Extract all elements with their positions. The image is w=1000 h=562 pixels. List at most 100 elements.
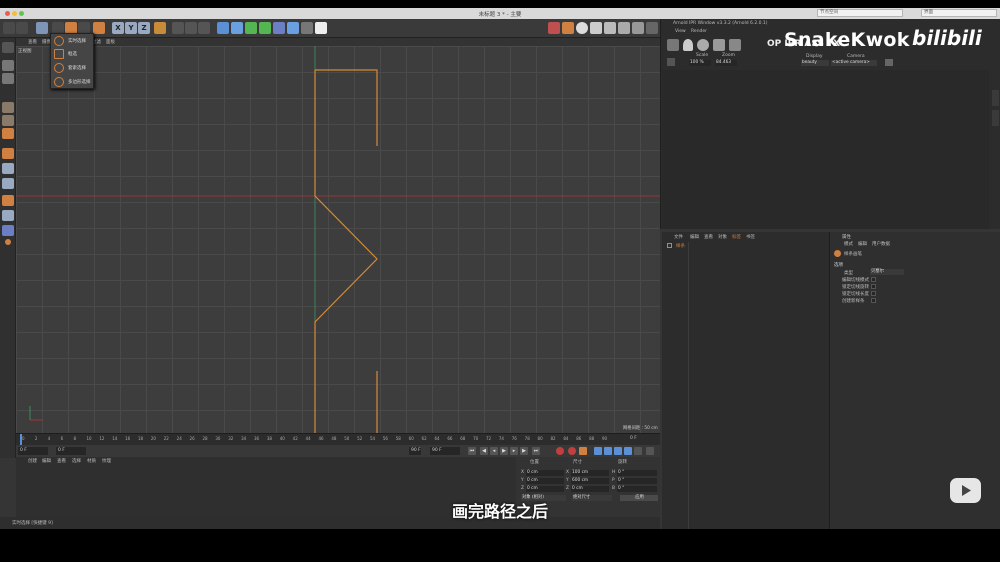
dd-polygon-selection[interactable]: 多边形选择 [53,76,93,88]
pos-y-field[interactable]: 0 cm [526,478,564,484]
pos-z-field[interactable]: 0 cm [526,486,564,492]
arnold-sky-icon[interactable] [590,22,602,34]
pos-x-field[interactable]: 0 cm [526,470,564,476]
mat-menu-edit[interactable]: 编辑 [42,458,51,464]
axis-mode-icon[interactable] [2,148,14,159]
render-picture-viewer-icon[interactable] [185,22,197,34]
play-icon[interactable]: ▶ [500,447,508,455]
ipr-zoom-field[interactable]: 84.463 [715,60,737,66]
size-y-field[interactable]: 600 cm [571,478,609,484]
key-rotation-icon[interactable] [614,447,622,455]
redo-icon[interactable] [16,22,28,34]
attr-menu-edit[interactable]: 编辑 [858,241,867,247]
mat-menu-view[interactable]: 查看 [57,458,66,464]
timeline-ruler[interactable]: 0 F 0 2 4 6 8 10 12 14 16 18 20 22 24 26 28 30 32 34 36 38 4… [16,433,660,445]
arnold-ipr-icon[interactable] [646,22,658,34]
recent-tool-icon[interactable] [93,22,105,34]
locked-workplane-icon[interactable] [2,210,14,221]
arnold-light-icon[interactable] [562,22,574,34]
side-tab-1[interactable] [992,90,999,106]
arnold-volume-icon[interactable] [604,22,616,34]
polygon-mode-icon[interactable] [2,128,14,139]
attr-menu-mode[interactable]: 模式 [844,241,853,247]
side-tab-2[interactable] [992,110,999,126]
attr-checkbox-2[interactable] [871,291,876,296]
undo-icon[interactable] [3,22,15,34]
deformer-icon[interactable] [273,22,285,34]
obj-menu-file[interactable]: 文件 [674,234,683,240]
goto-end-icon[interactable]: ⏭ [532,447,540,455]
video-play-button-icon[interactable] [950,478,981,503]
obj-menu-bookmarks[interactable]: 书签 [746,234,755,240]
z-axis-lock-icon[interactable]: Z [138,22,150,34]
obj-menu-tags[interactable]: 标签 [732,234,741,240]
arnold-sphere-icon[interactable] [576,22,588,34]
arnold-driver-icon[interactable] [632,22,644,34]
camera-icon[interactable] [301,22,313,34]
subdivision-icon[interactable] [245,22,257,34]
dd-lasso-selection[interactable]: 套索选择 [53,62,93,74]
ipr-render-area[interactable] [662,70,989,229]
dd-box-selection[interactable]: 框选 [53,48,93,60]
attr-checkbox-0[interactable] [871,277,876,282]
size-z-field[interactable]: 0 cm [571,486,609,492]
prev-frame-icon[interactable]: ◂ [490,447,498,455]
prev-key-icon[interactable]: ◀ [480,447,488,455]
attr-type-select[interactable]: 贝塞尔 [870,269,904,275]
ipr-target-icon[interactable] [713,39,725,51]
mat-menu-material[interactable]: 材质 [87,458,96,464]
obj-menu-object[interactable]: 对象 [718,234,727,240]
current-frame-field[interactable]: 0 F [56,447,86,455]
next-frame-icon[interactable]: ▸ [510,447,518,455]
workplane-icon[interactable] [2,195,14,206]
ipr-play-icon[interactable] [667,58,675,66]
viewport[interactable]: 正视图 网格间距 : 50 cm [16,46,660,433]
attr-checkbox-3[interactable] [871,298,876,303]
mat-menu-create[interactable]: 创建 [28,458,37,464]
attr-checkbox-1[interactable] [871,284,876,289]
key-parameter-icon[interactable] [624,447,632,455]
arnold-procedural-icon[interactable] [618,22,630,34]
select-tool-icon[interactable] [36,22,48,34]
ipr-box-icon[interactable] [729,39,741,51]
snap-icon[interactable] [2,163,14,174]
render-settings-icon[interactable] [198,22,210,34]
key-position-icon[interactable] [594,447,602,455]
object-row-spline[interactable]: 样条 [676,243,685,249]
ipr-camera-icon[interactable] [667,39,679,51]
coordinate-system-icon[interactable] [154,22,166,34]
rot-b-field[interactable]: 0 ° [617,486,657,492]
layout-select[interactable]: 界面 [921,9,997,17]
pen-spline-icon[interactable] [231,22,243,34]
ipr-display-select[interactable]: beauty [801,60,829,66]
size-x-field[interactable]: 100 cm [571,470,609,476]
keyframe-selection-icon[interactable] [579,447,587,455]
soft-selection-icon[interactable] [5,239,11,245]
planar-workplane-icon[interactable] [2,225,14,236]
end-frame-field[interactable]: 90 F [409,447,421,455]
timeline-menu-icon[interactable] [646,447,654,455]
ipr-globe-icon[interactable] [697,39,709,51]
ipr-snapshot-icon[interactable] [885,59,893,66]
layout-search-input[interactable]: 节点空间 [817,9,903,17]
key-pla-icon[interactable] [634,447,642,455]
autokey-icon[interactable] [568,447,576,455]
ipr-camera-select[interactable]: <active camera> [831,60,877,66]
x-axis-lock-icon[interactable]: X [112,22,124,34]
y-axis-lock-icon[interactable]: Y [125,22,137,34]
snap-settings-icon[interactable] [2,178,14,189]
ipr-menu-render[interactable]: Render [691,29,707,34]
cube-icon[interactable] [217,22,229,34]
obj-menu-edit[interactable]: 编辑 [690,234,699,240]
mat-menu-texture[interactable]: 纹理 [102,458,111,464]
edge-mode-icon[interactable] [2,115,14,126]
obj-menu-view[interactable]: 查看 [704,234,713,240]
ipr-bulb-icon[interactable] [683,39,693,51]
menu-view[interactable]: 查看 [28,39,37,45]
dd-live-selection[interactable]: 实时选择 [53,35,93,47]
generator-icon[interactable] [259,22,271,34]
rot-h-field[interactable]: 0 ° [617,470,657,476]
floor-icon[interactable] [287,22,299,34]
record-icon[interactable] [556,447,564,455]
next-key-icon[interactable]: ▶ [520,447,528,455]
